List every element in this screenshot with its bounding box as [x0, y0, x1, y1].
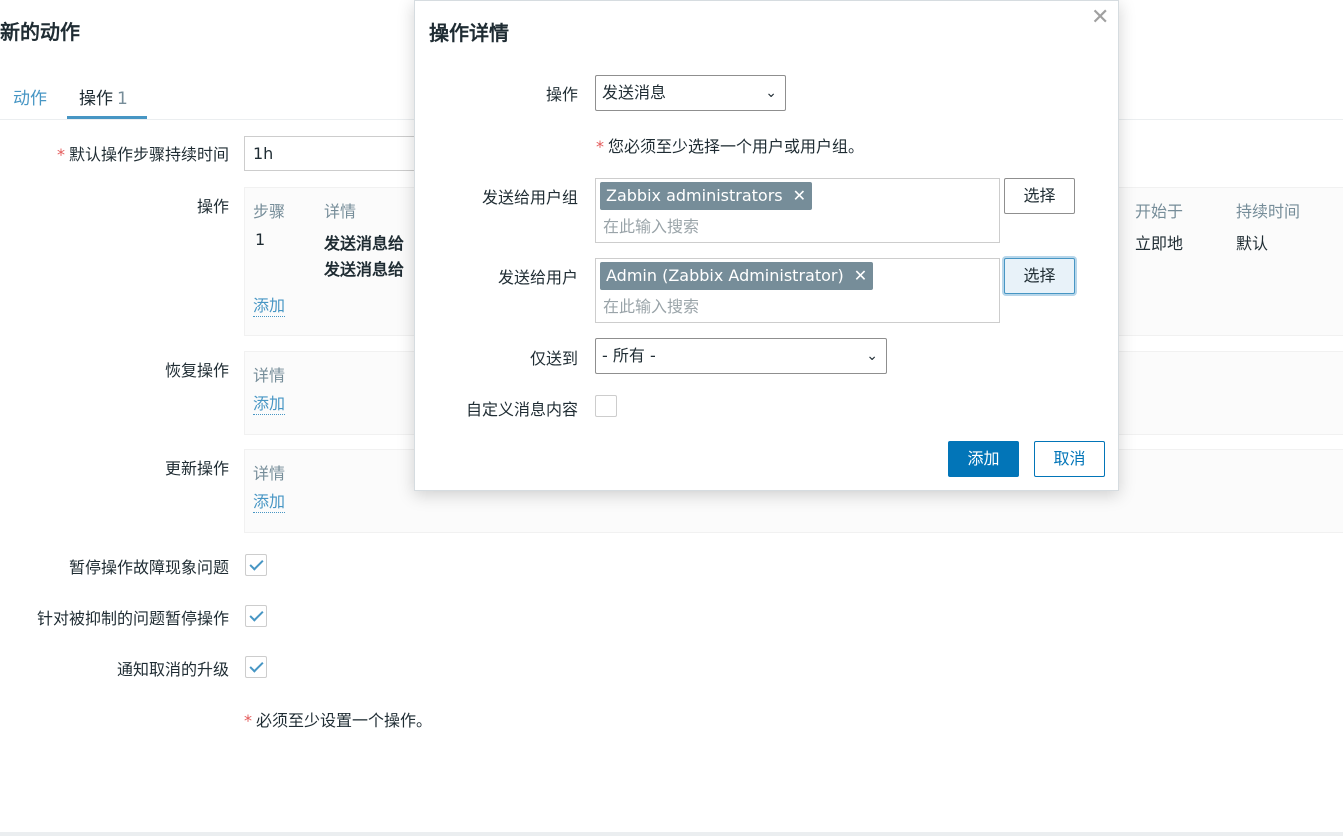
send-to-users-label: 发送给用户 [497, 268, 578, 287]
page-title: 新的动作 [0, 20, 80, 44]
send-to-groups-search-placeholder[interactable]: 在此输入搜索 [603, 213, 699, 237]
update-operations-label: 更新操作 [164, 459, 229, 478]
tab-action[interactable]: 动作 [13, 84, 47, 109]
send-to-groups-label: 发送给用户组 [481, 188, 578, 207]
step-duration-label-text: 默认操作步骤持续时间 [68, 145, 229, 164]
notify-cancelled-label: 通知取消的升级 [116, 660, 229, 679]
pause-symptoms-checkbox[interactable] [245, 554, 267, 576]
operation-type-label: 操作 [545, 85, 578, 104]
cancel-button[interactable]: 取消 [1034, 441, 1105, 477]
remove-chip-icon[interactable]: ✕ [854, 266, 867, 285]
send-only-to-value: - 所有 - [602, 346, 656, 365]
add-button[interactable]: 添加 [948, 441, 1019, 477]
notify-cancelled-checkbox[interactable] [245, 656, 267, 678]
custom-message-checkbox[interactable] [595, 395, 617, 417]
user-group-chip: Zabbix administrators ✕ [600, 182, 813, 210]
required-operation-note: * 必须至少设置一个操作。 [244, 707, 432, 731]
dialog-title: 操作详情 [429, 21, 509, 45]
close-icon[interactable]: ✕ [1091, 5, 1109, 30]
operation-duration: 默认 [1236, 234, 1269, 253]
operations-header-start-in: 开始于 [1135, 202, 1184, 221]
recovery-header-details: 详情 [253, 366, 286, 385]
add-operation-link[interactable]: 添加 [253, 296, 286, 317]
tab-operations[interactable]: 操作 1 [79, 84, 128, 109]
select-users-button[interactable]: 选择 [1004, 258, 1075, 294]
chevron-down-icon: ⌄ [866, 348, 878, 364]
operations-header-duration: 持续时间 [1236, 202, 1301, 221]
required-operation-note-text: 必须至少设置一个操作。 [256, 711, 433, 730]
operation-type-select[interactable]: 发送消息 ⌄ [595, 75, 786, 111]
operations-label: 操作 [196, 197, 229, 216]
operations-header-details: 详情 [324, 202, 357, 221]
send-only-to-label: 仅送到 [529, 349, 578, 368]
send-only-to-select[interactable]: - 所有 - ⌄ [595, 338, 887, 374]
send-to-users-multiselect[interactable]: Admin (Zabbix Administrator) ✕ 在此输入搜索 [595, 258, 1000, 323]
dialog-required-note: * 您必须至少选择一个用户或用户组。 [596, 133, 864, 157]
pause-suppressed-checkbox[interactable] [245, 605, 267, 627]
send-to-groups-multiselect[interactable]: Zabbix administrators ✕ 在此输入搜索 [595, 178, 1000, 243]
required-asterisk: * [596, 137, 604, 156]
step-duration-input[interactable]: 1h [244, 136, 424, 171]
dialog-required-note-text: 您必须至少选择一个用户或用户组。 [608, 137, 865, 156]
operation-step: 1 [255, 230, 266, 249]
pause-suppressed-label: 针对被抑制的问题暂停操作 [36, 609, 229, 628]
operation-detail-line2: 发送消息给 [324, 260, 405, 279]
step-duration-label: * 默认操作步骤持续时间 [57, 141, 229, 165]
required-asterisk: * [244, 711, 252, 730]
chevron-down-icon: ⌄ [765, 85, 777, 101]
remove-chip-icon[interactable]: ✕ [793, 186, 806, 205]
add-update-operation-link[interactable]: 添加 [253, 492, 286, 513]
custom-message-label: 自定义消息内容 [465, 400, 578, 419]
pause-symptoms-label: 暂停操作故障现象问题 [68, 558, 229, 577]
send-to-users-search-placeholder[interactable]: 在此输入搜索 [603, 293, 699, 317]
operation-details-dialog: 操作详情 ✕ 操作 发送消息 ⌄ * 您必须至少选择一个用户或用户组。 发送给用户… [414, 0, 1119, 491]
user-chip-label: Admin (Zabbix Administrator) [606, 266, 844, 285]
operation-type-value: 发送消息 [602, 83, 667, 102]
add-recovery-operation-link[interactable]: 添加 [253, 394, 286, 415]
operations-header-steps: 步骤 [253, 202, 286, 221]
user-group-chip-label: Zabbix administrators [606, 186, 783, 205]
footer-divider [0, 832, 1343, 836]
operation-start-in: 立即地 [1135, 234, 1184, 253]
required-asterisk: * [56, 145, 65, 164]
tab-operations-count: 1 [117, 89, 128, 109]
select-user-groups-button[interactable]: 选择 [1004, 178, 1075, 214]
tab-operations-label: 操作 [79, 89, 113, 109]
update-header-details: 详情 [253, 464, 286, 483]
recovery-operations-label: 恢复操作 [164, 361, 229, 380]
active-tab-indicator [67, 116, 147, 119]
user-chip: Admin (Zabbix Administrator) ✕ [600, 262, 874, 290]
operation-detail-line1: 发送消息给 [324, 234, 405, 253]
